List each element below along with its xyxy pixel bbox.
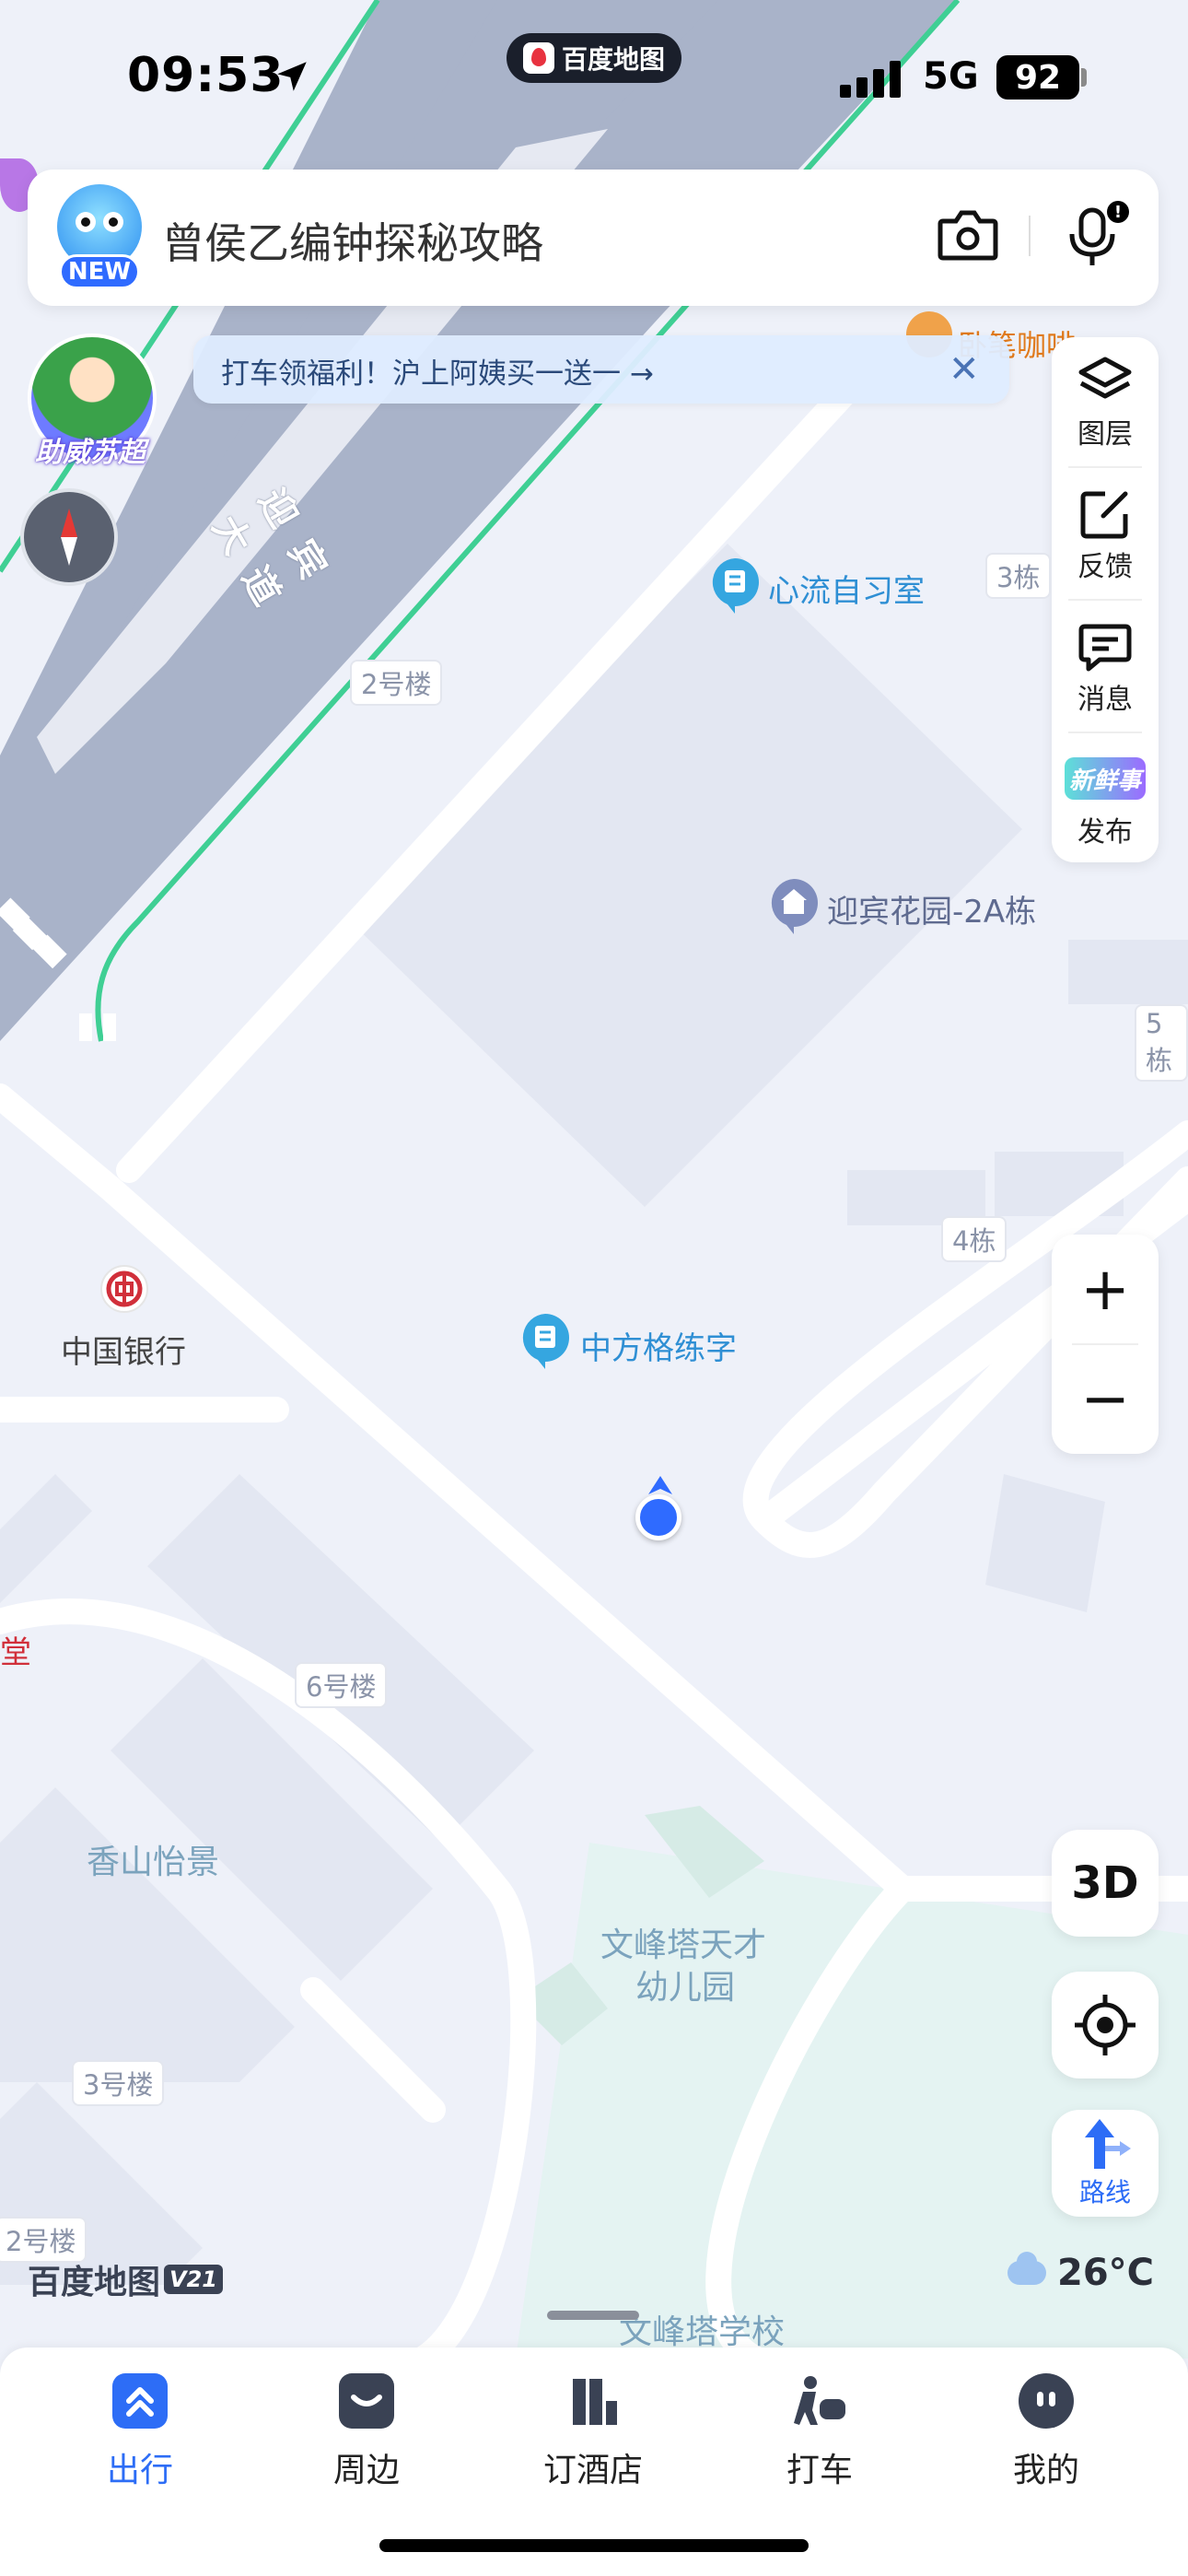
search-input[interactable]: 曾侯乙编钟探秘攻略	[162, 210, 543, 271]
message-icon	[1078, 624, 1132, 672]
nav-tab-hotel[interactable]: 订酒店	[519, 2368, 667, 2497]
area-school: 文峰塔学校	[619, 2313, 786, 2351]
feedback-button[interactable]: 反馈	[1052, 474, 1159, 593]
travel-icon	[112, 2373, 168, 2429]
nav-label-travel: 出行	[106, 2452, 173, 2489]
publish-button[interactable]: 新鲜事 发布	[1052, 739, 1159, 859]
toolbar-divider	[1068, 732, 1142, 733]
search-divider	[1029, 216, 1031, 256]
residence-pin-icon[interactable]	[768, 877, 820, 934]
publish-badge: 新鲜事	[1068, 767, 1141, 795]
mic-notification-dot: !	[1107, 201, 1129, 223]
battery-level: 92	[996, 55, 1079, 100]
building-label-3-lou: 3号楼	[72, 2060, 165, 2106]
three-d-button[interactable]: 3D	[1052, 1830, 1159, 1937]
toolbar-divider	[1068, 466, 1142, 468]
taxi-icon	[792, 2373, 847, 2429]
edit-icon	[1080, 491, 1128, 539]
current-location-dot[interactable]	[635, 1494, 681, 1540]
nav-tab-travel[interactable]: 出行	[66, 2368, 214, 2497]
building-label-3: 3栋	[985, 553, 1052, 599]
new-badge: NEW	[59, 254, 140, 289]
building-label-5: 5栋	[1135, 1004, 1188, 1082]
status-time: 09:53	[127, 48, 285, 103]
calligraphy-pin-icon[interactable]	[519, 1312, 571, 1369]
watermark-version: V21	[164, 2265, 223, 2294]
messages-label: 消息	[1077, 684, 1133, 716]
promo-label[interactable]: 助威苏超	[35, 429, 146, 470]
route-arrow-icon	[1085, 2119, 1131, 2169]
hotel-icon	[565, 2373, 621, 2429]
cellular-signal-icon	[840, 61, 901, 98]
toolbar-divider	[1068, 599, 1142, 601]
bank-of-china-icon[interactable]	[99, 1264, 149, 1314]
messages-button[interactable]: 消息	[1052, 606, 1159, 726]
watermark-brand: 百度地图	[28, 2264, 161, 2301]
cloud-icon	[1007, 2252, 1046, 2285]
close-icon[interactable]: ✕	[949, 348, 980, 391]
study-room-pin-icon[interactable]	[709, 556, 761, 614]
crosshair-icon	[1075, 1995, 1136, 2055]
profile-icon	[1019, 2373, 1074, 2429]
building-label-4: 4栋	[941, 1216, 1007, 1262]
publish-icon: 新鲜事	[1065, 757, 1146, 800]
area-kindergarten-2: 幼儿园	[635, 1969, 736, 2007]
nav-label-nearby: 周边	[332, 2452, 400, 2489]
battery-tip	[1081, 68, 1087, 87]
location-arrow-icon	[277, 62, 307, 91]
zoom-in-button[interactable]: +	[1052, 1235, 1159, 1344]
poi-bank[interactable]: 中国银行	[61, 1327, 186, 1372]
home-indicator[interactable]	[379, 2539, 809, 2552]
poi-study-room[interactable]: 心流自习室	[768, 566, 925, 611]
nav-label-mine: 我的	[1012, 2452, 1079, 2489]
layers-button[interactable]: 图层	[1052, 341, 1159, 461]
temperature: 26°C	[1057, 2252, 1155, 2294]
area-kindergarten-1: 文峰塔天才	[600, 1926, 767, 1964]
publish-label: 发布	[1077, 816, 1133, 849]
layers-label: 图层	[1077, 418, 1133, 451]
map-watermark: 百度地图 V21	[28, 2255, 223, 2303]
weather-widget[interactable]: 26°C	[1007, 2252, 1154, 2294]
poi-calligraphy[interactable]: 中方格练字	[580, 1323, 737, 1368]
app-source-pill[interactable]: 百度地图	[507, 33, 681, 83]
nav-label-hotel: 订酒店	[542, 2452, 643, 2489]
nearby-icon	[339, 2373, 394, 2429]
area-community: 香山怡景	[87, 1844, 220, 1881]
poi-hall[interactable]: 堂	[0, 1627, 31, 1672]
locate-button[interactable]	[1052, 1972, 1159, 2078]
app-pill-label: 百度地图	[561, 44, 665, 75]
nav-tab-mine[interactable]: 我的	[973, 2368, 1120, 2497]
heading-arrow-icon	[648, 1476, 672, 1494]
feedback-label: 反馈	[1077, 551, 1133, 583]
zoom-out-button[interactable]: −	[1052, 1344, 1159, 1454]
nav-tab-nearby[interactable]: 周边	[293, 2368, 440, 2497]
sheet-handle[interactable]	[547, 2311, 639, 2320]
nav-tab-taxi[interactable]: 打车	[746, 2368, 893, 2497]
baidu-map-app-icon	[522, 42, 554, 74]
compass-icon[interactable]	[20, 488, 118, 586]
promo-banner-text[interactable]: 打车领福利！沪上阿姨买一送一 →	[221, 350, 654, 392]
route-button[interactable]: 路线	[1052, 2110, 1159, 2217]
route-label: 路线	[1078, 2177, 1131, 2207]
poi-residence[interactable]: 迎宾花园-2A栋	[827, 886, 1036, 931]
building-label-2: 2号楼	[350, 660, 443, 706]
nav-label-taxi: 打车	[786, 2452, 853, 2489]
building-label-6: 6号楼	[295, 1662, 388, 1708]
camera-icon[interactable]	[938, 208, 998, 262]
layers-icon	[1078, 357, 1132, 399]
network-type: 5G	[923, 55, 979, 98]
